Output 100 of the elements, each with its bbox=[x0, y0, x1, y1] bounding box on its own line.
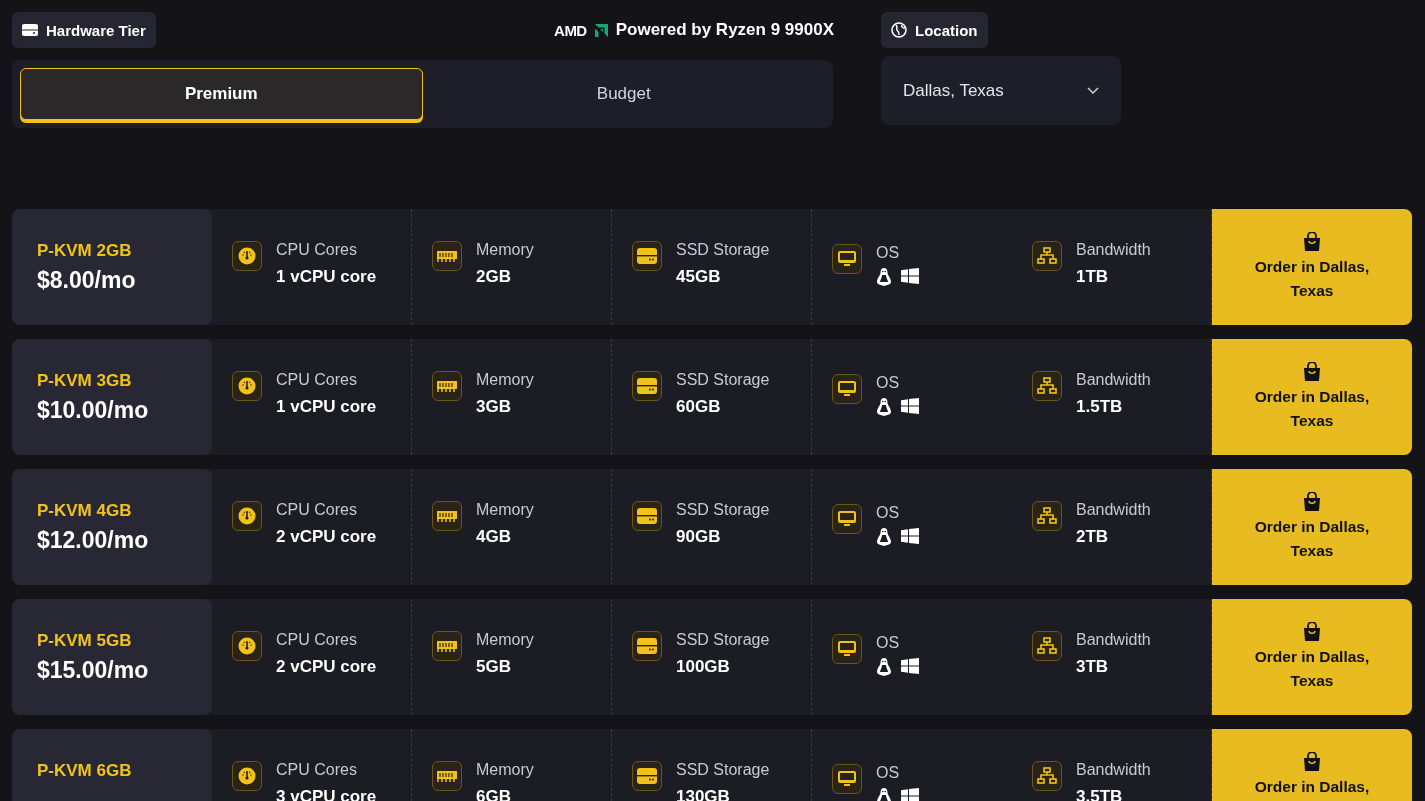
spec-label: Memory bbox=[476, 241, 534, 259]
penguin-icon bbox=[876, 658, 892, 676]
spec-label: Bandwidth bbox=[1076, 631, 1151, 649]
drive-icon bbox=[637, 638, 657, 654]
spec-value: 3GB bbox=[476, 397, 512, 417]
spec-label: Memory bbox=[476, 761, 534, 779]
windows-icon bbox=[901, 788, 919, 801]
spec-value: 3TB bbox=[1076, 657, 1110, 677]
gauge-icon bbox=[238, 767, 256, 785]
windows-icon bbox=[901, 528, 919, 544]
spec-label: Memory bbox=[476, 371, 534, 389]
spec-label: CPU Cores bbox=[276, 241, 358, 259]
monitor-icon bbox=[838, 381, 856, 397]
shopping-bag-icon bbox=[1303, 622, 1321, 641]
plan-name: P-KVM 6GB bbox=[37, 761, 133, 781]
monitor-icon bbox=[838, 511, 856, 527]
location-dropdown[interactable]: Dallas, Texas bbox=[881, 56, 1121, 125]
shopping-bag-icon bbox=[1303, 752, 1321, 771]
spec-label: Bandwidth bbox=[1076, 241, 1151, 259]
spec-label: OS bbox=[876, 764, 901, 782]
memory-icon bbox=[437, 639, 457, 653]
spec-label: OS bbox=[876, 634, 901, 652]
memory-icon bbox=[437, 509, 457, 523]
spec-value: 100GB bbox=[676, 657, 731, 677]
spec-label: SSD Storage bbox=[676, 761, 770, 779]
chevron-down-icon bbox=[1087, 87, 1099, 94]
spec-value: 2GB bbox=[476, 267, 512, 287]
spec-label: Memory bbox=[476, 631, 534, 649]
drive-icon bbox=[637, 768, 657, 784]
shopping-bag-icon bbox=[1303, 362, 1321, 381]
windows-icon bbox=[901, 658, 919, 674]
spec-label: SSD Storage bbox=[676, 631, 770, 649]
spec-value: 60GB bbox=[676, 397, 722, 417]
windows-icon bbox=[901, 398, 919, 414]
plan-price: $15.00/mo bbox=[37, 656, 150, 684]
spec-value: 2 vCPU core bbox=[276, 527, 377, 547]
plan-name: P-KVM 3GB bbox=[37, 370, 133, 391]
spec-value: 1 vCPU core bbox=[276, 397, 377, 417]
order-button[interactable]: Order in Dallas, Texas bbox=[1212, 339, 1412, 455]
penguin-icon bbox=[876, 398, 892, 416]
processor-label: Powered by Ryzen 9 9900X bbox=[615, 20, 834, 40]
plan-price: $12.00/mo bbox=[37, 526, 150, 554]
network-icon bbox=[1037, 637, 1057, 655]
plan-price: $10.00/mo bbox=[37, 396, 150, 424]
monitor-icon bbox=[838, 251, 856, 267]
order-button[interactable]: Order in Dallas, bbox=[1212, 729, 1412, 801]
tier-tab[interactable]: Budget bbox=[422, 68, 825, 120]
order-button[interactable]: Order in Dallas, Texas bbox=[1212, 209, 1412, 325]
shopping-bag-icon bbox=[1303, 232, 1321, 251]
network-icon bbox=[1037, 377, 1057, 395]
server-icon bbox=[22, 24, 38, 36]
penguin-icon bbox=[876, 268, 892, 286]
order-button[interactable]: Order in Dallas, Texas bbox=[1212, 599, 1412, 715]
gauge-icon bbox=[238, 507, 256, 525]
tier-tab[interactable]: Premium bbox=[20, 68, 423, 120]
gauge-icon bbox=[238, 247, 256, 265]
gauge-icon bbox=[238, 377, 256, 395]
network-icon bbox=[1037, 247, 1057, 265]
drive-icon bbox=[637, 508, 657, 524]
drive-icon bbox=[637, 378, 657, 394]
penguin-icon bbox=[876, 528, 892, 546]
memory-icon bbox=[437, 249, 457, 263]
plan-name: P-KVM 2GB bbox=[37, 240, 133, 261]
amd-logo-text: AMD bbox=[554, 21, 587, 39]
spec-label: SSD Storage bbox=[676, 241, 770, 259]
gauge-icon bbox=[238, 637, 256, 655]
hardware-tier-text: Hardware Tier bbox=[46, 21, 146, 39]
monitor-icon bbox=[838, 641, 856, 657]
spec-value: 1 vCPU core bbox=[276, 267, 377, 287]
spec-label: Bandwidth bbox=[1076, 761, 1151, 779]
shopping-bag-icon bbox=[1303, 492, 1321, 511]
spec-value: 4GB bbox=[476, 527, 512, 547]
spec-label: OS bbox=[876, 244, 901, 262]
spec-value: 90GB bbox=[676, 527, 722, 547]
plan-name: P-KVM 5GB bbox=[37, 630, 133, 651]
network-icon bbox=[1037, 507, 1057, 525]
network-icon bbox=[1037, 767, 1057, 785]
memory-icon bbox=[437, 769, 457, 783]
spec-value: 2TB bbox=[1076, 527, 1110, 547]
spec-value: 1.5TB bbox=[1076, 397, 1124, 417]
spec-value: 45GB bbox=[676, 267, 722, 287]
drive-icon bbox=[637, 248, 657, 264]
spec-label: CPU Cores bbox=[276, 501, 358, 519]
order-button[interactable]: Order in Dallas, Texas bbox=[1212, 469, 1412, 585]
spec-label: Bandwidth bbox=[1076, 501, 1151, 519]
monitor-icon bbox=[838, 771, 856, 787]
spec-label: Memory bbox=[476, 501, 534, 519]
location-text: Location bbox=[915, 21, 978, 39]
plan-price: $8.00/mo bbox=[37, 266, 137, 294]
spec-label: OS bbox=[876, 504, 901, 522]
spec-label: CPU Cores bbox=[276, 761, 358, 779]
plan-name: P-KVM 4GB bbox=[37, 500, 133, 521]
spec-label: SSD Storage bbox=[676, 501, 770, 519]
spec-label: CPU Cores bbox=[276, 371, 358, 389]
spec-label: Bandwidth bbox=[1076, 371, 1151, 389]
spec-label: OS bbox=[876, 374, 901, 392]
memory-icon bbox=[437, 379, 457, 393]
spec-value: 5GB bbox=[476, 657, 512, 677]
spec-label: CPU Cores bbox=[276, 631, 358, 649]
spec-label: SSD Storage bbox=[676, 371, 770, 389]
